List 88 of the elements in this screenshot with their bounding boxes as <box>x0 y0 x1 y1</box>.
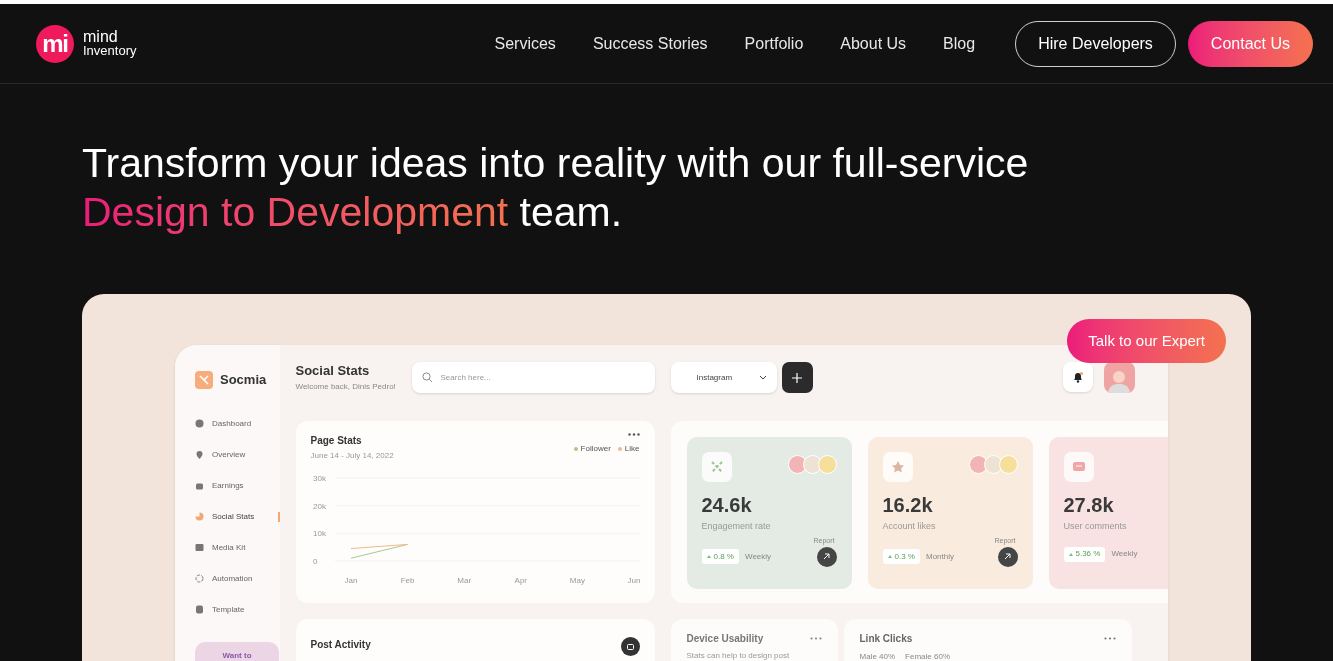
axis-tick-label: 20k <box>312 501 326 511</box>
nav-link[interactable]: About Us <box>840 31 907 56</box>
axis-tick-label: Jan <box>344 576 357 585</box>
nav-link[interactable]: Services <box>494 31 556 56</box>
bell-icon <box>1071 371 1084 383</box>
stat-label: User comments <box>1063 520 1128 533</box>
hero-heading: team. <box>518 188 623 237</box>
menu-item-icon <box>195 481 204 490</box>
change-chip: 5.36 % <box>1063 546 1106 562</box>
up-triangle-icon <box>887 555 892 558</box>
page-title: Social Stats <box>295 362 371 379</box>
axis-tick-label: 30k <box>312 474 326 483</box>
card-subtitle: Stats can help to design post <box>686 650 791 661</box>
menu-item-icon <box>195 543 204 552</box>
card-title: Device Usability <box>686 632 764 646</box>
brand-icon <box>195 371 213 389</box>
logo-text: Inventory <box>83 43 137 58</box>
stat-value: 16.2k <box>882 493 934 517</box>
up-triangle-icon <box>1068 552 1073 556</box>
sidebar-item[interactable]: Earnings <box>195 470 280 501</box>
stat-label: Account likes <box>882 520 937 533</box>
sidebar-item[interactable]: Automation <box>195 563 280 594</box>
axis-tick-label: Mar <box>456 576 471 585</box>
legend-item: Male 40% <box>859 651 896 661</box>
change-chip: 0.8 % <box>701 549 739 564</box>
sidebar-item[interactable]: Social Stats <box>195 501 280 532</box>
more-icon[interactable] <box>627 433 640 436</box>
person-silhouette-icon <box>1108 369 1130 393</box>
more-icon[interactable] <box>1103 637 1116 640</box>
up-triangle-icon <box>706 555 711 558</box>
sidebar-item[interactable]: Dashboard <box>195 408 280 439</box>
add-button[interactable] <box>781 362 813 393</box>
stat-value: 27.8k <box>1063 493 1115 517</box>
stat-value: 24.6k <box>701 493 753 517</box>
date-range: June 14 - July 14, 2022 <box>310 450 394 462</box>
search-field[interactable]: Search here... <box>411 362 655 393</box>
expand-button[interactable] <box>620 637 640 656</box>
more-icon[interactable] <box>809 637 822 640</box>
sidebar-promo-button[interactable]: Want to <box>195 642 279 661</box>
brand-name: Socmia <box>220 371 267 390</box>
sidebar-item[interactable]: Template <box>195 594 280 625</box>
stat-icon <box>1063 452 1094 482</box>
nav-link[interactable]: Portfolio <box>744 31 804 56</box>
axis-tick-label: Jun <box>627 576 640 585</box>
menu-item-icon <box>195 574 204 583</box>
axis-tick-label: May <box>569 576 585 585</box>
nav-link[interactable]: Success Stories <box>592 31 708 56</box>
window-icon <box>626 643 634 650</box>
talk-to-expert-button[interactable]: Talk to our Expert <box>1067 319 1226 363</box>
period-label: Weekly <box>744 550 772 563</box>
period-label: Weekly <box>1111 548 1138 560</box>
menu-item-icon <box>195 605 204 614</box>
sidebar-item[interactable]: Overview <box>195 439 280 470</box>
active-indicator <box>278 511 280 522</box>
profile-avatar[interactable] <box>1103 362 1135 393</box>
card-title: Link Clicks <box>859 632 913 646</box>
card-title: Post Activity <box>310 638 371 652</box>
arrow-up-right-icon <box>1004 553 1011 560</box>
stat-label: Engagement rate <box>701 520 772 533</box>
change-chip: 0.3 % <box>882 549 920 564</box>
period-label: Monthly <box>925 550 954 563</box>
legend-item: Like <box>617 443 640 455</box>
card-title: Page Stats <box>310 434 363 448</box>
axis-tick-label: 0 <box>312 557 317 566</box>
nav-link[interactable]: Blog <box>943 31 976 56</box>
report-button[interactable] <box>816 546 837 567</box>
axis-tick-label: Feb <box>400 576 414 585</box>
axis-tick-label: Apr <box>514 576 527 585</box>
stat-icon <box>882 452 913 482</box>
logo-text: mind <box>83 29 119 44</box>
welcome-text: Welcome back, Dinis Pedro! <box>295 381 397 393</box>
sidebar-item[interactable]: Media Kit <box>195 532 280 563</box>
arrow-up-right-icon <box>823 553 830 560</box>
notification-button[interactable] <box>1062 362 1093 392</box>
platform-dropdown[interactable]: Instagram <box>670 362 777 393</box>
menu-item-icon <box>195 450 204 459</box>
axis-tick-label: 10k <box>312 529 326 539</box>
stat-icon <box>701 452 732 482</box>
search-icon <box>421 372 433 383</box>
legend-item: Female 60% <box>905 651 950 661</box>
hero-heading: Transform your ideas into reality with our full-service <box>82 139 1030 188</box>
contact-button[interactable]: Contact Us <box>1187 20 1313 67</box>
report-button[interactable] <box>997 546 1018 567</box>
legend-item: Follower <box>573 443 611 455</box>
menu-item-icon <box>195 512 204 521</box>
plus-icon <box>792 372 802 383</box>
chevron-down-icon <box>758 375 767 380</box>
menu-item-icon <box>195 419 204 428</box>
